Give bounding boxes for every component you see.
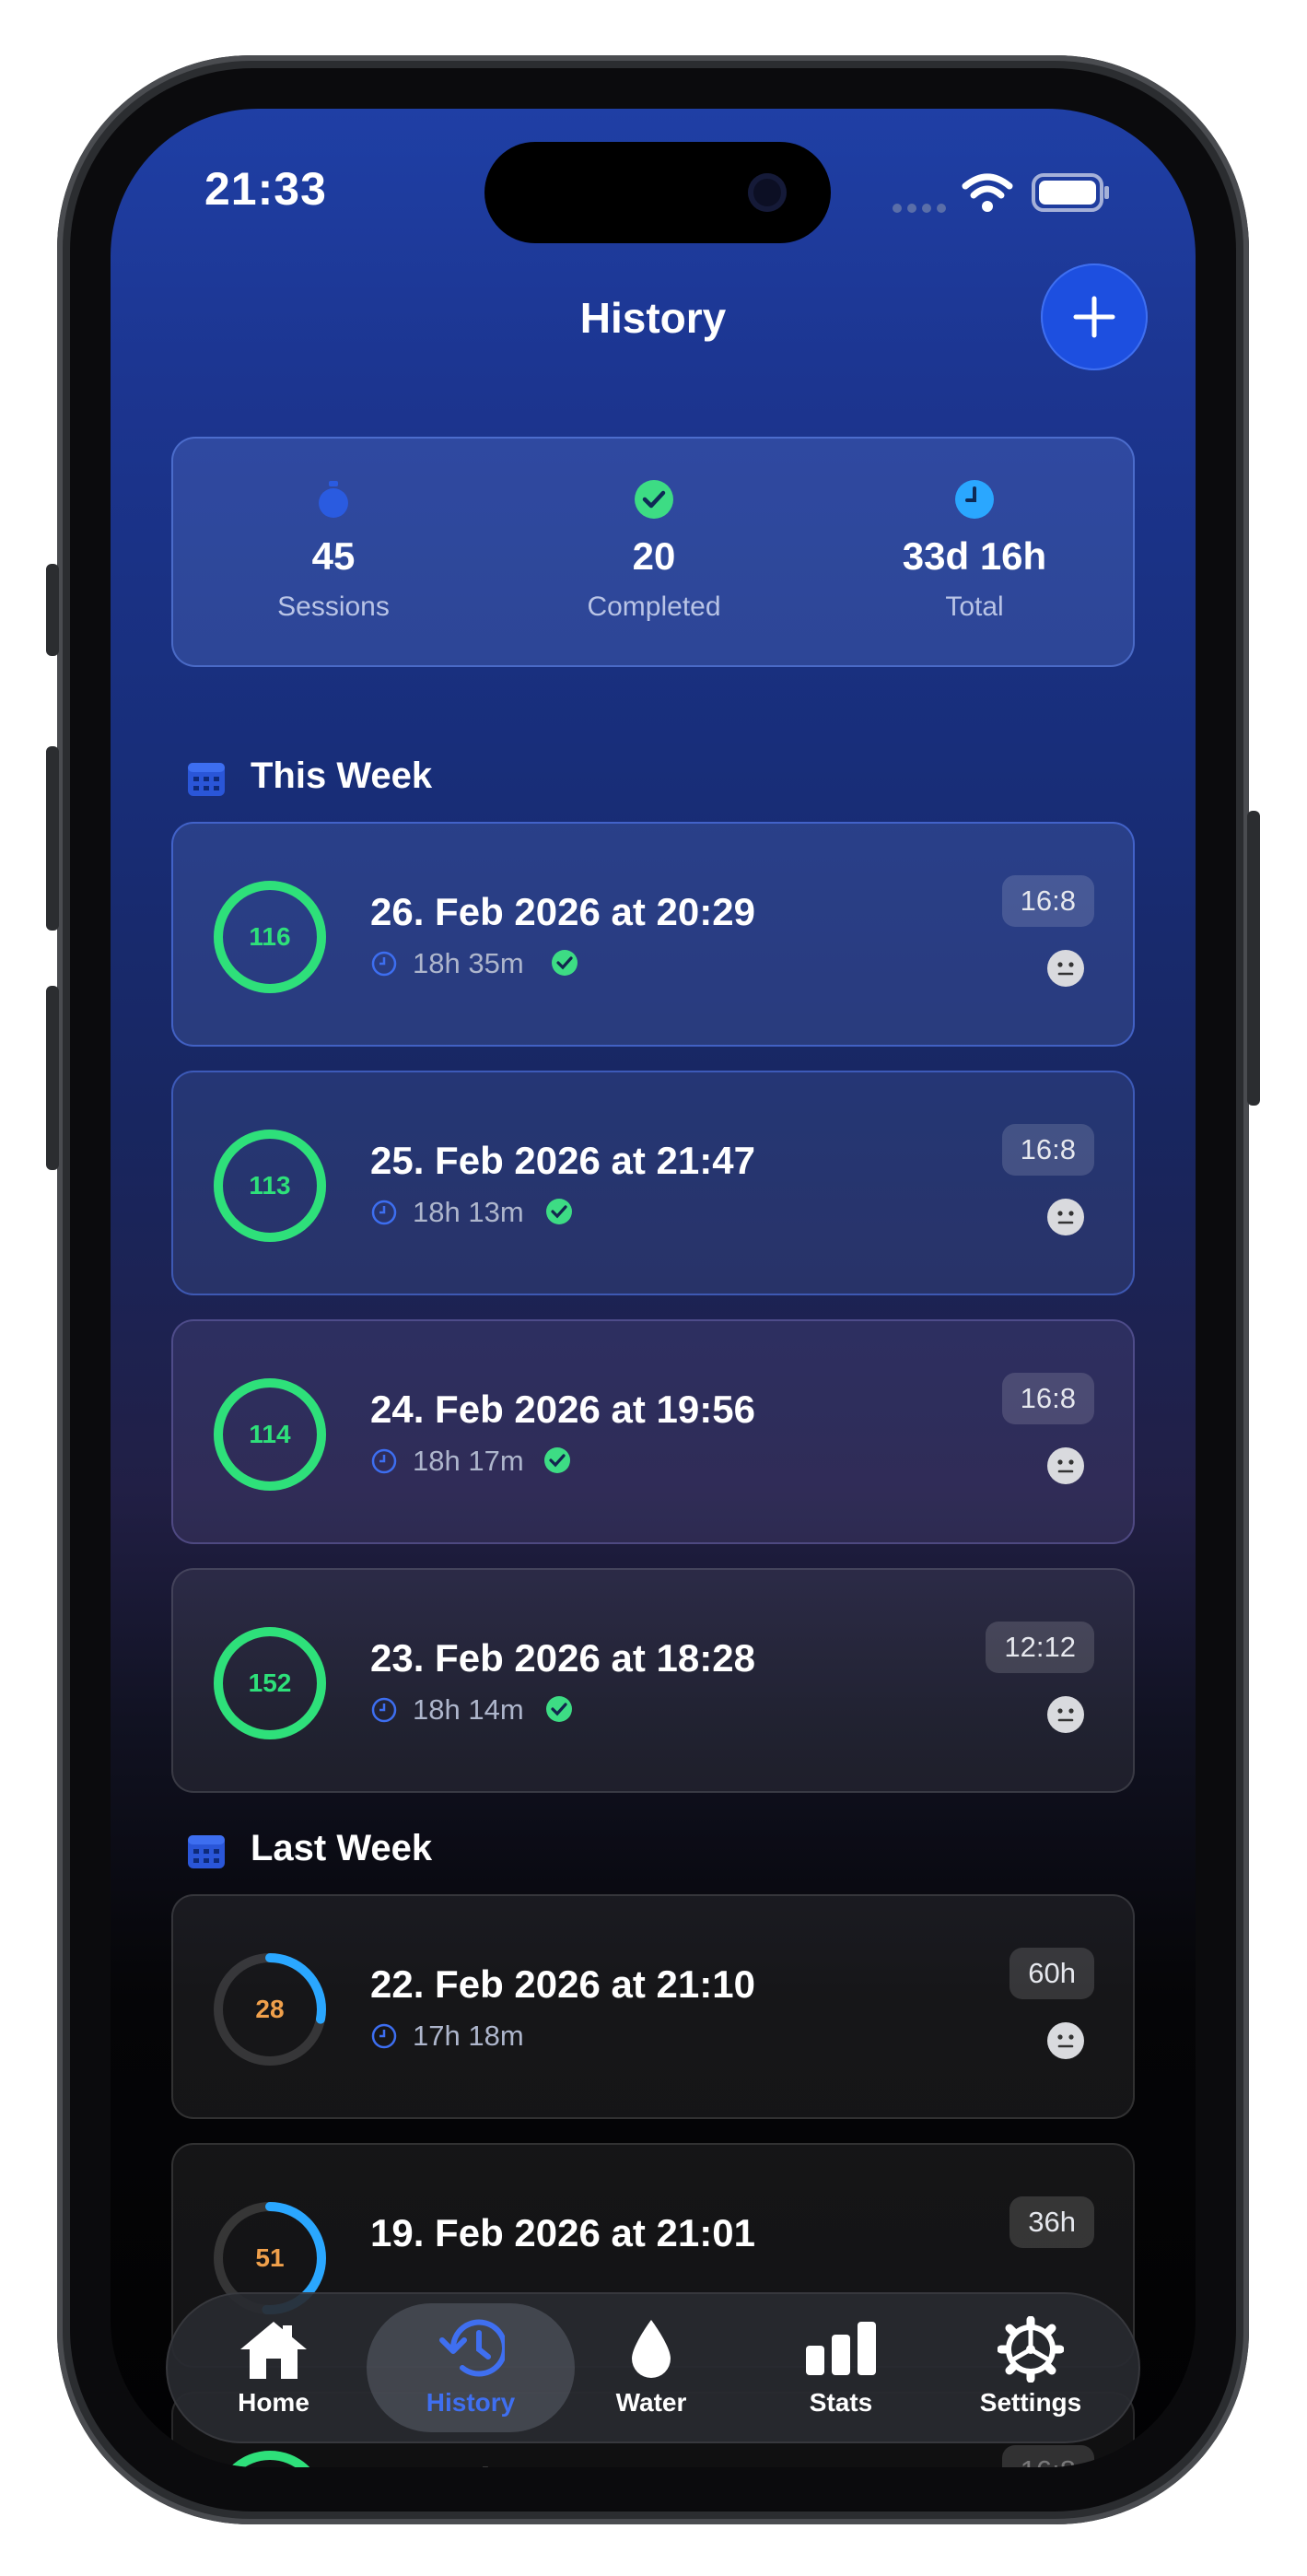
session-date: 19. Feb 2026 at 21:01 <box>370 2211 755 2254</box>
checkmark-circle-icon <box>546 1696 572 1722</box>
settings-gear-icon <box>998 2316 1064 2383</box>
plan-badge: 16:8 <box>1001 1373 1094 1424</box>
home-icon <box>240 2322 307 2379</box>
progress-ring-value: 114 <box>249 1420 291 1448</box>
clock-icon <box>371 1448 397 1474</box>
stats-icon <box>806 2322 876 2375</box>
plan-badge: 16:8 <box>1001 2445 1094 2467</box>
progress-ring-value: 28 <box>255 1995 285 2023</box>
neutral-face-icon[interactable] <box>1046 2021 1085 2060</box>
tab-water[interactable]: Water <box>556 2292 746 2443</box>
plus-icon <box>1073 296 1115 338</box>
progress-ring-value: 116 <box>249 922 291 951</box>
session-date: 24. Feb 2026 at 19:56 <box>370 1388 755 1431</box>
battery-icon <box>1032 173 1109 212</box>
progress-ring-value: 113 <box>249 1171 291 1200</box>
stat-label: Total <box>945 591 1004 622</box>
session-date: 23. Feb 2026 at 18:28 <box>370 1636 755 1680</box>
clock-icon <box>371 2023 397 2049</box>
history-icon <box>439 2319 505 2377</box>
side-button-action <box>46 564 59 656</box>
session-duration: 18h 17m <box>413 1445 524 1477</box>
neutral-face-icon[interactable] <box>1046 1446 1085 1485</box>
session-date: 22. Feb 2026 at 21:10 <box>370 1962 755 2006</box>
stat-label: Sessions <box>277 591 390 622</box>
progress-ring <box>214 2451 326 2467</box>
stat-value: 33d 16h <box>902 534 1047 578</box>
timer-icon <box>319 481 348 518</box>
side-button-power <box>1247 811 1260 1106</box>
status-time: 21:33 <box>204 163 327 215</box>
session-card[interactable]: 28 22. Feb 2026 at 21:10 17h 18m 60h <box>171 1894 1135 2119</box>
plan-badge: 60h <box>1009 1948 1094 1999</box>
clock-icon <box>371 1200 397 1225</box>
stat-sessions: 45 Sessions <box>173 439 494 669</box>
neutral-face-icon[interactable] <box>1046 1695 1085 1734</box>
session-date: 25. Feb 2026 at 21:47 <box>370 1139 755 1182</box>
wifi-icon <box>962 173 1013 212</box>
clock-icon <box>371 951 397 977</box>
water-drop-icon <box>632 2320 671 2378</box>
tab-label: Home <box>238 2388 309 2417</box>
tab-label: Stats <box>809 2388 873 2417</box>
session-card[interactable]: 113 25. Feb 2026 at 21:47 18h 13m 16:8 <box>171 1071 1135 1295</box>
camera-icon <box>748 173 787 212</box>
neutral-face-icon[interactable] <box>1046 1198 1085 1236</box>
plan-badge: 12:12 <box>986 1622 1094 1673</box>
session-card[interactable]: 152 23. Feb 2026 at 18:28 18h 14m 12:12 <box>171 1568 1135 1793</box>
add-session-button[interactable] <box>1041 263 1148 370</box>
stat-value: 20 <box>632 534 676 578</box>
checkmark-circle-icon <box>544 1447 570 1473</box>
session-card[interactable]: 116 26. Feb 2026 at 20:29 18h 35m 16:8 <box>171 822 1135 1047</box>
session-duration: 18h 35m <box>413 947 524 979</box>
cellular-signal-icon <box>893 204 946 213</box>
tab-label: Water <box>615 2388 687 2417</box>
side-button-volume-down <box>46 986 59 1170</box>
plan-badge: 16:8 <box>1001 1124 1094 1176</box>
side-button-volume-up <box>46 746 59 931</box>
section-title-this-week: This Week <box>251 755 433 796</box>
section-title-last-week: Last Week <box>251 1828 433 1868</box>
calendar-icon <box>188 1835 225 1868</box>
session-duration: 18h 14m <box>413 1693 524 1726</box>
session-card[interactable]: 114 24. Feb 2026 at 19:56 18h 17m 16:8 <box>171 1319 1135 1544</box>
session-duration: 18h 13m <box>413 1196 524 1228</box>
tab-settings[interactable]: Settings <box>936 2292 1126 2443</box>
tab-history[interactable]: History <box>367 2303 575 2432</box>
stat-total: 33d 16h Total <box>814 439 1135 669</box>
tab-label: Settings <box>979 2388 1082 2417</box>
stat-value: 45 <box>311 534 356 578</box>
tab-home[interactable]: Home <box>179 2292 368 2443</box>
neutral-face-icon[interactable] <box>1046 949 1085 988</box>
plan-badge: 36h <box>1009 2196 1094 2248</box>
session-date: 26. Feb 2026 at 20:29 <box>370 890 755 933</box>
stat-label: Completed <box>587 591 721 622</box>
session-duration: 17h 18m <box>413 2020 524 2052</box>
plan-badge: 16:8 <box>1001 875 1094 927</box>
stats-summary-card: 45 Sessions 20 Completed 33d 16h Total <box>171 437 1135 667</box>
clock-icon <box>955 480 994 519</box>
session-date: 18. Feb 2026 at 20:12 <box>370 2460 755 2467</box>
checkmark-circle-icon <box>546 1199 572 1224</box>
checkmark-circle-icon <box>635 480 673 519</box>
checkmark-circle-icon <box>552 950 578 976</box>
screen: 21:33 History 45 Sessions 20 Completed 3… <box>111 109 1196 2467</box>
progress-ring-arc <box>214 2451 326 2467</box>
calendar-icon <box>188 763 225 796</box>
tab-label: History <box>426 2388 516 2417</box>
dynamic-island <box>484 142 831 243</box>
progress-ring-value: 152 <box>248 1669 292 1697</box>
tab-bar: Home History Water Stats Settings <box>166 2292 1140 2443</box>
clock-icon <box>371 1697 397 1723</box>
tab-stats[interactable]: Stats <box>746 2292 936 2443</box>
page-title: History <box>579 294 727 342</box>
stat-completed: 20 Completed <box>494 439 814 669</box>
